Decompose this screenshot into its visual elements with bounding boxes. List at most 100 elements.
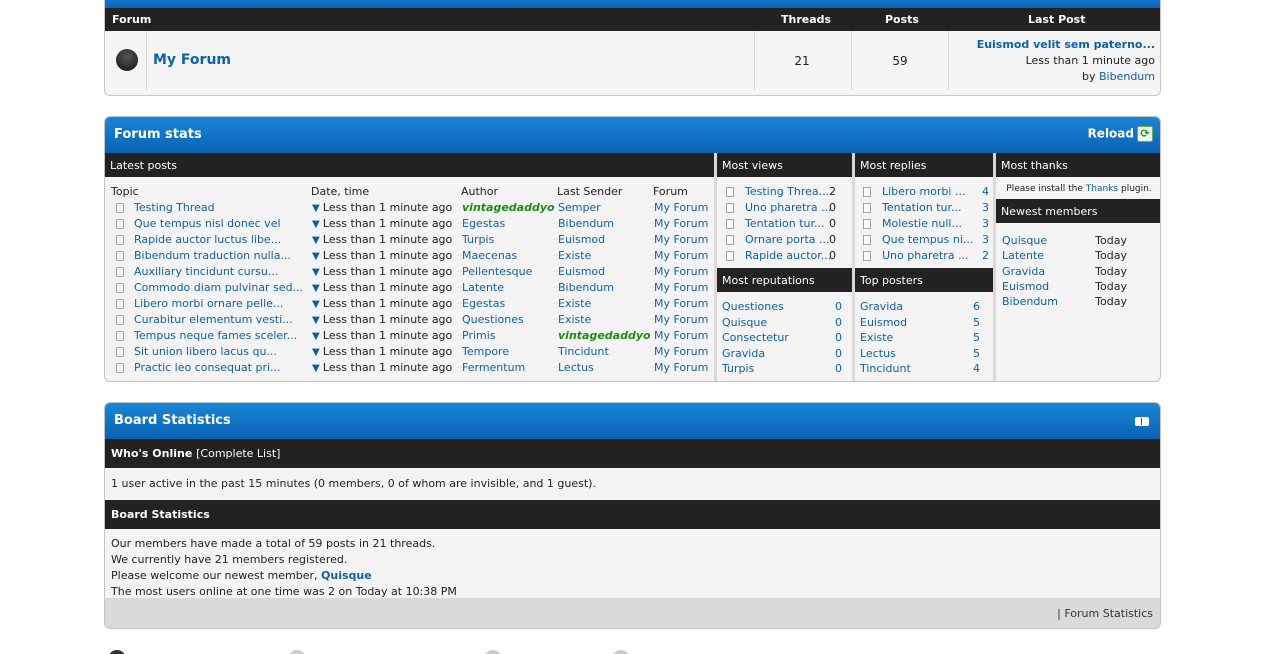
forum-statistics-link[interactable]: | Forum Statistics bbox=[1057, 607, 1153, 620]
latest-post-sender-link[interactable]: Euismod bbox=[558, 233, 605, 246]
latest-post-forum-link[interactable]: My Forum bbox=[654, 265, 708, 278]
board-statistics-title: Board Statistics bbox=[114, 413, 231, 428]
last-post-author-link[interactable]: Bibendum bbox=[1099, 70, 1155, 83]
reload-button[interactable]: Reload ⟳ bbox=[1088, 126, 1153, 142]
latest-post-author-link[interactable]: vintagedaddyo bbox=[462, 201, 555, 214]
forum-name-link[interactable]: My Forum bbox=[153, 52, 231, 68]
top-posters-row: Existe 5 bbox=[860, 331, 980, 347]
triangle-down-icon[interactable]: ▼ bbox=[312, 347, 323, 358]
triangle-down-icon[interactable]: ▼ bbox=[312, 251, 323, 262]
latest-post-forum-link[interactable]: My Forum bbox=[654, 361, 708, 374]
latest-post-topic-link[interactable]: Que tempus nisl donec vel bbox=[134, 217, 281, 230]
latest-post-author-link[interactable]: Egestas bbox=[462, 297, 505, 310]
newest-member-link[interactable]: Latente bbox=[1002, 249, 1044, 262]
latest-post-row: Libero morbi ornare pelle... ▼ Less than … bbox=[105, 297, 714, 313]
triangle-down-icon[interactable]: ▼ bbox=[312, 315, 323, 326]
latest-post-topic-link[interactable]: Sit union libero lacus qu... bbox=[134, 345, 277, 358]
newest-member-link[interactable]: Quisque bbox=[1002, 234, 1047, 247]
newest-member-link[interactable]: Gravida bbox=[1002, 265, 1045, 278]
latest-post-forum-link[interactable]: My Forum bbox=[654, 201, 708, 214]
triangle-down-icon[interactable]: ▼ bbox=[312, 299, 323, 310]
top-posters-row: Tincidunt 4 bbox=[860, 362, 980, 378]
latest-post-sender-link[interactable]: Existe bbox=[558, 297, 591, 310]
top-posters-link[interactable]: Existe bbox=[860, 331, 893, 344]
top-posters-link[interactable]: Lectus bbox=[860, 347, 896, 360]
triangle-down-icon[interactable]: ▼ bbox=[312, 267, 323, 278]
latest-post-topic-link[interactable]: Commodo diam pulvinar sed... bbox=[134, 281, 303, 294]
latest-post-author-link[interactable]: Turpis bbox=[462, 233, 494, 246]
newest-member-link[interactable]: Quisque bbox=[321, 569, 372, 582]
top-posters-link[interactable]: Tincidunt bbox=[860, 362, 911, 375]
latest-post-forum-link[interactable]: My Forum bbox=[654, 249, 708, 262]
most-views-link[interactable]: Uno pharetra ... bbox=[745, 201, 832, 214]
latest-post-topic-link[interactable]: Practic leo consequat pri... bbox=[134, 361, 281, 374]
most-reputations-link[interactable]: Gravida bbox=[722, 347, 765, 360]
latest-post-topic-link[interactable]: Auxiliary tincidunt cursu... bbox=[134, 265, 278, 278]
latest-post-forum-link[interactable]: My Forum bbox=[654, 345, 708, 358]
latest-post-author-link[interactable]: Pellentesque bbox=[462, 265, 532, 278]
latest-post-sender-link[interactable]: Bibendum bbox=[558, 217, 614, 230]
most-views-link[interactable]: Testing Threa... bbox=[745, 185, 829, 198]
latest-post-sender-link[interactable]: Existe bbox=[558, 249, 591, 262]
most-views-link[interactable]: Tentation tur... bbox=[745, 217, 825, 230]
most-views-link[interactable]: Rapide auctor... bbox=[745, 249, 831, 262]
latest-post-topic-link[interactable]: Bibendum traduction nulla... bbox=[134, 249, 291, 262]
latest-post-sender-link[interactable]: Euismod bbox=[558, 265, 605, 278]
latest-post-sender-link[interactable]: Tincidunt bbox=[558, 345, 609, 358]
latest-post-forum-link[interactable]: My Forum bbox=[654, 297, 708, 310]
document-icon bbox=[726, 187, 734, 197]
latest-post-topic-link[interactable]: Rapide auctor luctus libe... bbox=[134, 233, 281, 246]
latest-post-forum-link[interactable]: My Forum bbox=[654, 313, 708, 326]
top-posters-link[interactable]: Gravida bbox=[860, 300, 903, 313]
reload-icon: ⟳ bbox=[1137, 126, 1153, 142]
triangle-down-icon[interactable]: ▼ bbox=[312, 203, 323, 214]
most-reputations-link[interactable]: Questiones bbox=[722, 300, 784, 313]
most-replies-link[interactable]: Molestie null... bbox=[882, 217, 962, 230]
most-reputations-link[interactable]: Turpis bbox=[722, 362, 754, 375]
whos-online-header: Who's Online [Complete List] bbox=[105, 439, 1160, 468]
latest-post-sender-link[interactable]: Bibendum bbox=[558, 281, 614, 294]
most-replies-link[interactable]: Libero morbi ... bbox=[882, 185, 965, 198]
complete-list-link[interactable]: [Complete List] bbox=[196, 447, 280, 460]
last-post-link[interactable]: Euismod velit sem paterno... bbox=[977, 38, 1155, 51]
subforum-icon bbox=[484, 650, 502, 654]
latest-post-author-link[interactable]: Primis bbox=[462, 329, 496, 342]
latest-post-topic-link[interactable]: Tempus neque fames sceler... bbox=[134, 329, 297, 342]
triangle-down-icon[interactable]: ▼ bbox=[312, 283, 323, 294]
latest-post-author-link[interactable]: Egestas bbox=[462, 217, 505, 230]
newest-member-link[interactable]: Euismod bbox=[1002, 280, 1049, 293]
triangle-down-icon[interactable]: ▼ bbox=[312, 363, 323, 374]
latest-post-sender-link[interactable]: Lectus bbox=[558, 361, 594, 374]
thanks-plugin-link[interactable]: Thanks bbox=[1086, 184, 1118, 194]
latest-post-author-link[interactable]: Latente bbox=[462, 281, 504, 294]
most-replies-link[interactable]: Tentation tur... bbox=[882, 201, 962, 214]
newest-member-link[interactable]: Bibendum bbox=[1002, 295, 1058, 308]
latest-post-sender-link[interactable]: Existe bbox=[558, 313, 591, 326]
most-replies-link[interactable]: Que tempus ni... bbox=[882, 233, 973, 246]
latest-post-topic-link[interactable]: Testing Thread bbox=[134, 201, 215, 214]
latest-post-forum-link[interactable]: My Forum bbox=[654, 281, 708, 294]
document-icon bbox=[116, 299, 124, 309]
most-reputations-row: Consectetur 0 bbox=[722, 331, 842, 347]
latest-post-forum-link[interactable]: My Forum bbox=[654, 217, 708, 230]
most-replies-link[interactable]: Uno pharetra ... bbox=[882, 249, 969, 262]
latest-post-author-link[interactable]: Maecenas bbox=[462, 249, 517, 262]
latest-post-sender-link[interactable]: vintagedaddyo bbox=[558, 329, 651, 342]
most-views-link[interactable]: Ornare porta ... bbox=[745, 233, 830, 246]
latest-post-author-link[interactable]: Tempore bbox=[462, 345, 509, 358]
collapse-icon[interactable] bbox=[1135, 417, 1149, 426]
most-reputations-link[interactable]: Consectetur bbox=[722, 331, 789, 344]
triangle-down-icon[interactable]: ▼ bbox=[312, 235, 323, 246]
latest-post-author-link[interactable]: Questiones bbox=[462, 313, 524, 326]
triangle-down-icon[interactable]: ▼ bbox=[312, 219, 323, 230]
latest-post-author-link[interactable]: Fermentum bbox=[462, 361, 525, 374]
latest-post-topic-link[interactable]: Libero morbi ornare pelle... bbox=[134, 297, 283, 310]
latest-post-forum-link[interactable]: My Forum bbox=[654, 233, 708, 246]
board-statistics-body: Our members have made a total of 59 post… bbox=[105, 529, 1160, 607]
most-reputations-link[interactable]: Quisque bbox=[722, 316, 767, 329]
triangle-down-icon[interactable]: ▼ bbox=[312, 331, 323, 342]
latest-post-sender-link[interactable]: Semper bbox=[558, 201, 601, 214]
latest-post-topic-link[interactable]: Curabitur elementum vesti... bbox=[134, 313, 293, 326]
latest-post-forum-link[interactable]: My Forum bbox=[654, 329, 708, 342]
top-posters-link[interactable]: Euismod bbox=[860, 316, 907, 329]
